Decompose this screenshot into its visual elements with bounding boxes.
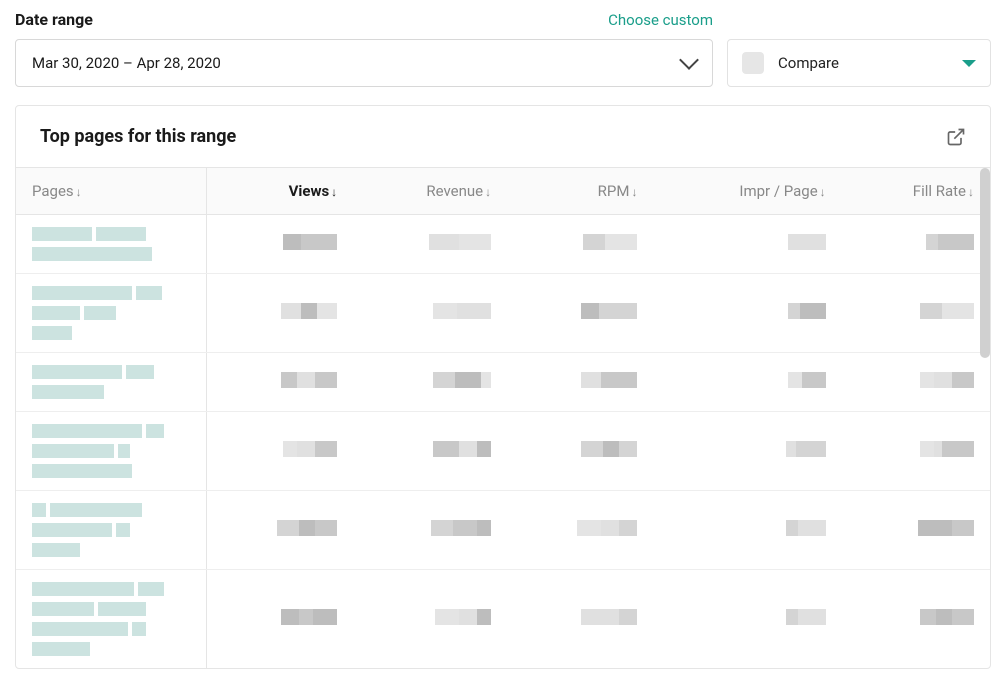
metric-cell (507, 274, 653, 353)
compare-selector[interactable]: Compare (727, 39, 991, 87)
column-impr-per-page[interactable]: Impr / Page↓ (653, 168, 841, 215)
page-cell[interactable] (16, 215, 206, 274)
page-cell[interactable] (16, 274, 206, 353)
compare-checkbox[interactable] (742, 52, 764, 74)
compare-label: Compare (778, 54, 948, 72)
metric-cell (507, 491, 653, 570)
panel-title: Top pages for this range (40, 126, 236, 147)
column-views[interactable]: Views↓ (206, 168, 353, 215)
metric-cell (653, 491, 841, 570)
date-range-picker[interactable]: Mar 30, 2020 – Apr 28, 2020 (15, 39, 713, 87)
metric-cell (653, 412, 841, 491)
metric-cell (653, 570, 841, 669)
metric-cell (842, 491, 990, 570)
metric-cell (353, 215, 507, 274)
metric-cell (507, 215, 653, 274)
table-row (16, 215, 990, 274)
top-pages-table: Pages↓ Views↓ Revenue↓ RPM↓ Impr / Page↓… (16, 168, 990, 668)
metric-cell (353, 412, 507, 491)
metric-cell (507, 412, 653, 491)
scrollbar-thumb[interactable] (980, 168, 990, 358)
metric-cell (206, 491, 353, 570)
metric-cell (206, 215, 353, 274)
page-cell[interactable] (16, 412, 206, 491)
caret-down-icon (962, 60, 976, 67)
page-cell[interactable] (16, 491, 206, 570)
metric-cell (842, 353, 990, 412)
table-row (16, 570, 990, 669)
metric-cell (842, 412, 990, 491)
metric-cell (507, 353, 653, 412)
metric-cell (842, 274, 990, 353)
date-range-label: Date range (15, 10, 93, 29)
metric-cell (206, 570, 353, 669)
table-row (16, 274, 990, 353)
metric-cell (353, 491, 507, 570)
metric-cell (653, 274, 841, 353)
metric-cell (206, 274, 353, 353)
metric-cell (653, 215, 841, 274)
page-cell[interactable] (16, 353, 206, 412)
open-external-icon[interactable] (946, 127, 966, 147)
top-pages-panel: Top pages for this range Pages↓ Views↓ R… (15, 105, 991, 669)
metric-cell (842, 215, 990, 274)
table-row (16, 353, 990, 412)
metric-cell (206, 412, 353, 491)
column-fill-rate[interactable]: Fill Rate↓ (842, 168, 990, 215)
table-row (16, 412, 990, 491)
metric-cell (353, 570, 507, 669)
table-row (16, 491, 990, 570)
choose-custom-link[interactable]: Choose custom (608, 11, 713, 29)
metric-cell (353, 274, 507, 353)
column-rpm[interactable]: RPM↓ (507, 168, 653, 215)
metric-cell (653, 353, 841, 412)
page-cell[interactable] (16, 570, 206, 669)
column-revenue[interactable]: Revenue↓ (353, 168, 507, 215)
metric-cell (507, 570, 653, 669)
date-range-value: Mar 30, 2020 – Apr 28, 2020 (32, 54, 221, 72)
metric-cell (842, 570, 990, 669)
column-pages[interactable]: Pages↓ (16, 168, 206, 215)
metric-cell (353, 353, 507, 412)
chevron-down-icon (679, 50, 699, 70)
metric-cell (206, 353, 353, 412)
